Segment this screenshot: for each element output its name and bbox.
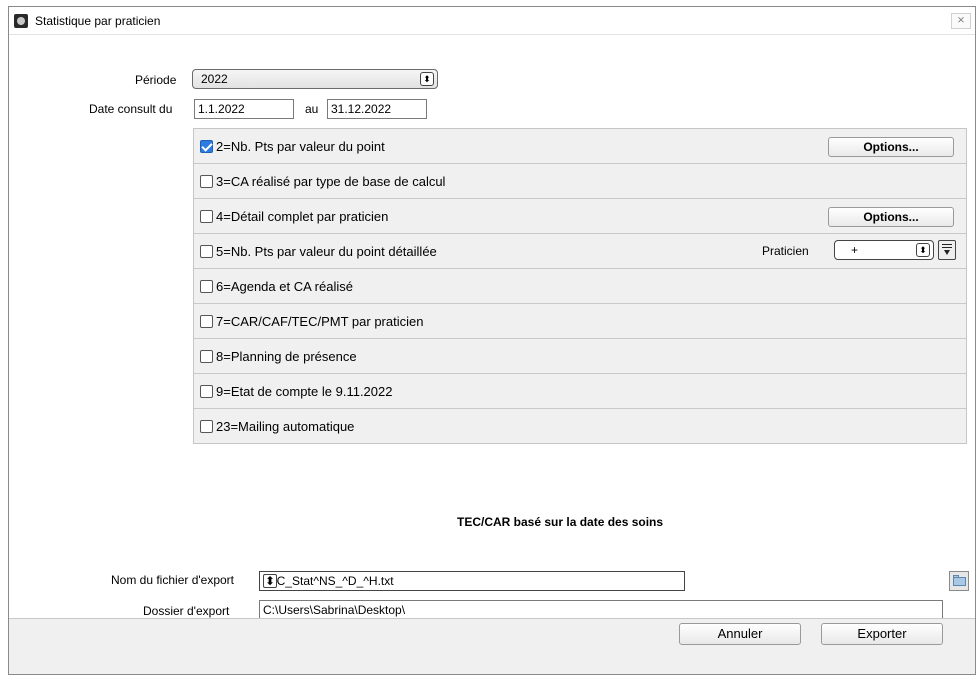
option-row-8[interactable]: 8=Planning de présence: [194, 339, 966, 374]
option-3-label: 3=CA réalisé par type de base de calcul: [216, 174, 446, 189]
export-folder-label: Dossier d'export: [143, 604, 230, 618]
date-from-value: 1.1.2022: [198, 102, 245, 116]
option-7-checkbox[interactable]: [200, 315, 213, 328]
export-section-title: TEC/CAR basé sur la date des soins: [457, 515, 664, 529]
option-row-7[interactable]: 7=CAR/CAF/TEC/PMT par praticien: [194, 304, 966, 339]
option-2-label: 2=Nb. Pts par valeur du point: [216, 139, 385, 154]
export-file-value: ^SC_Stat^NS_^D_^H.txt: [263, 574, 394, 588]
option-8-label: 8=Planning de présence: [216, 349, 357, 364]
option-row-2[interactable]: 2=Nb. Pts par valeur du point Options...: [194, 129, 966, 164]
option-23-label: 23=Mailing automatique: [216, 419, 355, 434]
option-row-3[interactable]: 3=CA réalisé par type de base de calcul: [194, 164, 966, 199]
export-button[interactable]: Exporter: [821, 623, 943, 645]
option-4-checkbox[interactable]: [200, 210, 213, 223]
date-from-label: Date consult du: [89, 102, 173, 116]
date-to-field[interactable]: 31.12.2022: [327, 99, 427, 119]
option-23-checkbox[interactable]: [200, 420, 213, 433]
filter-icon[interactable]: [938, 240, 956, 260]
up-down-stepper-icon: ⬍: [916, 243, 930, 257]
option-5-label: 5=Nb. Pts par valeur du point détaillée: [216, 244, 437, 259]
option-2-options-button[interactable]: Options...: [828, 137, 954, 157]
option-row-6[interactable]: 6=Agenda et CA réalisé: [194, 269, 966, 304]
date-from-field[interactable]: 1.1.2022: [194, 99, 294, 119]
statistics-options-panel: 2=Nb. Pts par valeur du point Options...…: [193, 128, 967, 444]
window-title: Statistique par praticien: [35, 14, 161, 28]
option-6-label: 6=Agenda et CA réalisé: [216, 279, 353, 294]
export-folder-value: C:\Users\Sabrina\Desktop\: [263, 603, 406, 617]
periode-value: 2022: [201, 72, 228, 86]
close-button[interactable]: ⨯: [951, 13, 971, 29]
dialog-footer: Annuler Exporter: [9, 618, 975, 663]
app-icon: [14, 14, 28, 28]
option-9-label: 9=Etat de compte le 9.11.2022: [216, 384, 393, 399]
praticien-label: Praticien: [762, 244, 809, 258]
title-bar: Statistique par praticien ⨯: [9, 7, 975, 35]
dialog-content: Période 2022 ⬍ Date consult du 1.1.2022 …: [9, 35, 975, 646]
periode-select[interactable]: 2022 ⬍: [192, 69, 438, 89]
date-to-label: au: [305, 102, 319, 116]
up-down-stepper-icon: ⬍: [420, 72, 434, 86]
option-row-9[interactable]: 9=Etat de compte le 9.11.2022: [194, 374, 966, 409]
option-8-checkbox[interactable]: [200, 350, 213, 363]
date-to-value: 31.12.2022: [331, 102, 392, 116]
up-down-stepper-icon[interactable]: ⬍: [263, 574, 277, 588]
cancel-button[interactable]: Annuler: [679, 623, 801, 645]
praticien-value: +: [851, 243, 859, 257]
option-row-23[interactable]: 23=Mailing automatique: [194, 409, 966, 444]
praticien-select[interactable]: + ⬍: [834, 240, 934, 260]
option-5-checkbox[interactable]: [200, 245, 213, 258]
option-row-5[interactable]: 5=Nb. Pts par valeur du point détaillée …: [194, 234, 966, 269]
option-6-checkbox[interactable]: [200, 280, 213, 293]
option-4-label: 4=Détail complet par praticien: [216, 209, 389, 224]
browse-folder-button[interactable]: [949, 571, 969, 591]
option-2-checkbox[interactable]: [200, 140, 213, 153]
option-row-4[interactable]: 4=Détail complet par praticien Options..…: [194, 199, 966, 234]
periode-label: Période: [135, 73, 177, 87]
option-9-checkbox[interactable]: [200, 385, 213, 398]
export-file-field[interactable]: ^SC_Stat^NS_^D_^H.txt ⬍: [259, 571, 685, 591]
export-folder-field[interactable]: C:\Users\Sabrina\Desktop\: [259, 600, 943, 620]
option-7-label: 7=CAR/CAF/TEC/PMT par praticien: [216, 314, 424, 329]
export-file-label: Nom du fichier d'export: [111, 573, 235, 587]
option-4-options-button[interactable]: Options...: [828, 207, 954, 227]
option-3-checkbox[interactable]: [200, 175, 213, 188]
dialog-window: Statistique par praticien ⨯ Période 2022…: [8, 6, 976, 675]
